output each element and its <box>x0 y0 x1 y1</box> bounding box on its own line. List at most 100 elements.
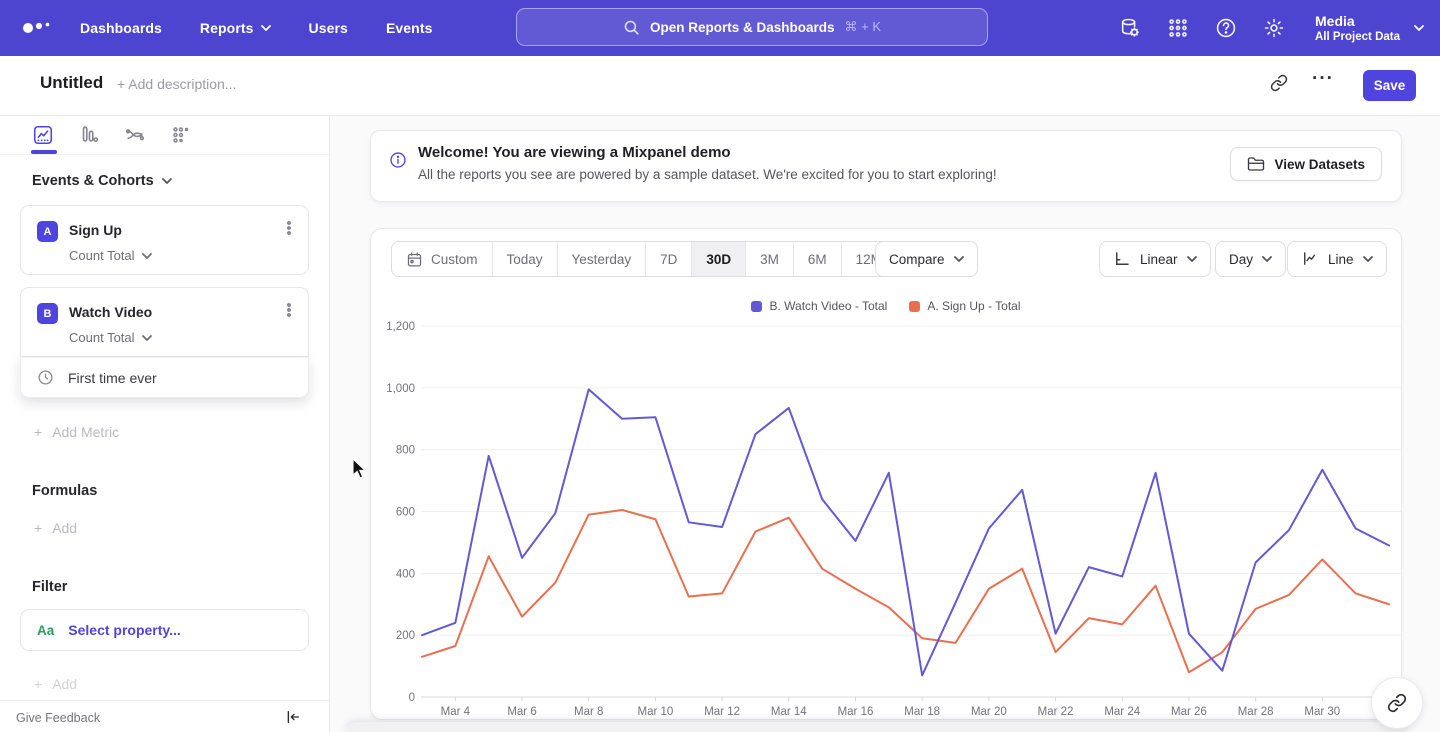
chevron-down-icon <box>261 23 271 33</box>
copy-link-icon[interactable] <box>1270 74 1288 92</box>
tab-insights[interactable] <box>32 124 54 146</box>
line-chart-plot[interactable]: 02004006008001,0001,200Mar 4Mar 6Mar 8Ma… <box>371 289 1402 720</box>
search-shortcut: ⌘ + K <box>845 19 882 35</box>
give-feedback-link[interactable]: Give Feedback <box>16 711 100 725</box>
property-type-icon: Aa <box>37 623 54 638</box>
plus-icon: + <box>34 424 42 440</box>
nav-item-users[interactable]: Users <box>309 20 348 36</box>
report-description-placeholder[interactable]: + Add description... <box>117 76 236 92</box>
svg-text:1,200: 1,200 <box>386 321 415 333</box>
menu-item-first-time-ever[interactable]: First time ever <box>20 357 309 398</box>
chevron-down-icon <box>1262 254 1272 264</box>
banner-subtitle: All the reports you see are powered by a… <box>418 167 997 182</box>
collapse-sidebar-icon[interactable] <box>285 709 301 725</box>
chevron-down-icon <box>954 254 964 264</box>
filter-select-property[interactable]: Aa Select property... <box>20 609 309 651</box>
svg-text:Mar 16: Mar 16 <box>838 706 874 718</box>
search-input[interactable]: Open Reports & Dashboards ⌘ + K <box>516 8 988 46</box>
search-placeholder: Open Reports & Dashboards <box>650 20 835 35</box>
svg-text:Mar 22: Mar 22 <box>1038 706 1074 718</box>
clock-icon <box>37 369 54 386</box>
range-30d[interactable]: 30D <box>692 242 746 276</box>
svg-text:Mar 6: Mar 6 <box>507 706 536 718</box>
settings-icon[interactable] <box>1263 17 1285 39</box>
svg-text:1,000: 1,000 <box>386 383 415 395</box>
axis-linear-icon <box>1113 250 1131 268</box>
data-management-icon[interactable] <box>1119 17 1141 39</box>
range-yesterday[interactable]: Yesterday <box>558 242 647 276</box>
add-filter-button[interactable]: + Add <box>34 676 77 692</box>
chart-toolbar: CustomTodayYesterday7D30D3M6M12M Compare… <box>371 229 1401 289</box>
report-title[interactable]: Untitled <box>40 73 103 93</box>
svg-text:800: 800 <box>396 445 415 457</box>
calendar-icon <box>406 251 423 268</box>
chevron-down-icon <box>1414 23 1424 33</box>
svg-text:Mar 8: Mar 8 <box>574 706 603 718</box>
scale-dropdown[interactable]: Linear <box>1099 241 1211 277</box>
interval-dropdown[interactable]: Day <box>1215 241 1286 277</box>
tab-funnels[interactable] <box>78 124 100 146</box>
chevron-down-icon <box>1363 254 1373 264</box>
help-icon[interactable] <box>1215 17 1237 39</box>
sidebar-footer: Give Feedback <box>0 700 329 732</box>
save-button[interactable]: Save <box>1363 70 1416 101</box>
svg-text:600: 600 <box>396 507 415 519</box>
chevron-down-icon <box>142 251 152 261</box>
add-metric-button[interactable]: + Add Metric <box>34 424 119 440</box>
project-switcher[interactable]: Media All Project Data <box>1315 13 1424 44</box>
tab-flows[interactable] <box>124 124 146 146</box>
events-cohorts-header[interactable]: Events & Cohorts <box>32 173 172 189</box>
metric-card-b[interactable]: B Watch Video ••• Count Total <box>20 287 309 357</box>
report-header: Untitled + Add description... ··· Save <box>0 56 1440 116</box>
nav-item-dashboards[interactable]: Dashboards <box>80 20 162 36</box>
svg-text:Mar 4: Mar 4 <box>441 706 471 718</box>
range-7d[interactable]: 7D <box>646 242 692 276</box>
more-options-icon[interactable]: ··· <box>1312 68 1334 90</box>
add-formula-button[interactable]: + Add <box>34 520 77 536</box>
floating-share-link-button[interactable] <box>1371 677 1423 729</box>
chevron-down-icon <box>162 176 172 186</box>
svg-text:Mar 26: Mar 26 <box>1171 706 1207 718</box>
nav-item-reports[interactable]: Reports <box>200 20 271 36</box>
next-card-edge <box>345 722 1407 732</box>
metric-menu-icon[interactable]: ••• <box>282 220 296 235</box>
view-datasets-button[interactable]: View Datasets <box>1230 147 1382 181</box>
banner-title: Welcome! You are viewing a Mixpanel demo <box>418 144 731 161</box>
mixpanel-logo-icon[interactable] <box>22 21 62 35</box>
top-navbar: Dashboards Reports Users Events Open Report… <box>0 0 1440 56</box>
metric-event-name[interactable]: Sign Up <box>69 222 122 238</box>
metric-badge: B <box>37 303 58 324</box>
filter-heading: Filter <box>32 579 67 595</box>
chart-card: CustomTodayYesterday7D30D3M6M12M Compare… <box>370 228 1402 720</box>
project-name: Media <box>1315 13 1400 30</box>
compare-button[interactable]: Compare <box>875 241 978 277</box>
plus-icon: + <box>34 520 42 536</box>
svg-text:Mar 10: Mar 10 <box>638 706 674 718</box>
range-custom[interactable]: Custom <box>392 242 493 276</box>
link-icon <box>1387 693 1407 713</box>
metric-menu-icon[interactable]: ••• <box>282 302 296 317</box>
metric-aggregation-dropdown[interactable]: Count Total <box>69 248 152 263</box>
main-content: Welcome! You are viewing a Mixpanel demo… <box>330 116 1440 732</box>
apps-grid-icon[interactable] <box>1167 17 1189 39</box>
search-icon <box>623 19 640 36</box>
metric-event-name[interactable]: Watch Video <box>69 304 152 320</box>
folder-icon <box>1247 155 1265 173</box>
svg-text:400: 400 <box>396 568 415 580</box>
range-today[interactable]: Today <box>493 242 558 276</box>
project-subtitle: All Project Data <box>1315 30 1400 44</box>
chevron-down-icon <box>142 333 152 343</box>
range-6m[interactable]: 6M <box>794 242 842 276</box>
svg-text:Mar 24: Mar 24 <box>1104 706 1140 718</box>
metric-card-a[interactable]: A Sign Up ••• Count Total <box>20 205 309 275</box>
filter-placeholder: Select property... <box>68 622 181 638</box>
range-3m[interactable]: 3M <box>746 242 794 276</box>
metric-aggregation-dropdown[interactable]: Count Total <box>69 330 152 345</box>
nav-item-events[interactable]: Events <box>386 20 433 36</box>
svg-text:Mar 28: Mar 28 <box>1238 706 1274 718</box>
chart-type-dropdown[interactable]: Line <box>1287 241 1387 277</box>
tab-retention[interactable] <box>170 124 192 146</box>
svg-text:0: 0 <box>409 692 415 704</box>
nav-menu: Dashboards Reports Users Events <box>80 20 432 36</box>
formulas-heading: Formulas <box>32 483 97 499</box>
